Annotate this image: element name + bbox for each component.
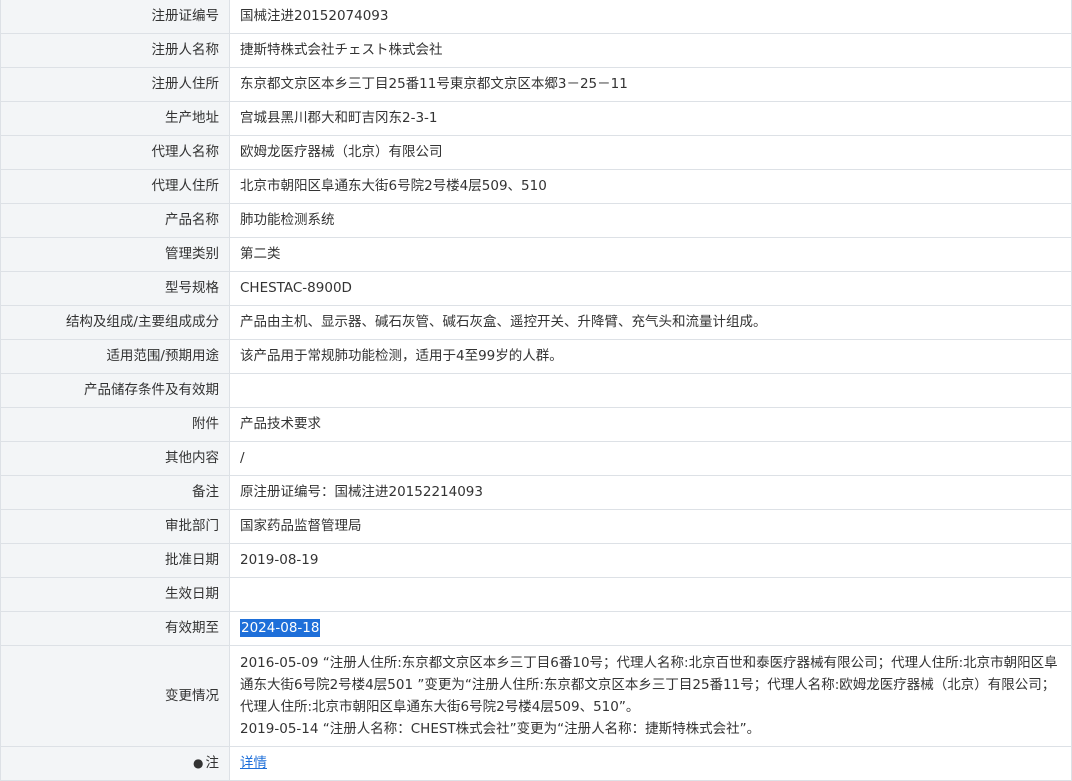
row-value: 第二类: [229, 237, 1072, 272]
table-row: 附件 产品技术要求: [0, 407, 1072, 442]
row-label: 注册人住所: [0, 67, 230, 102]
row-value: 2019-08-19: [229, 543, 1072, 578]
row-value: 宫城县黑川郡大和町吉冈东2-3-1: [229, 101, 1072, 136]
row-value: 国家药品监督管理局: [229, 509, 1072, 544]
row-label: 生产地址: [0, 101, 230, 136]
change-entry: 2016-05-09 “注册人住所:东京都文京区本乡三丁目6番10号；代理人名称…: [240, 655, 1058, 715]
row-value: [229, 373, 1072, 408]
info-icon: ●: [193, 756, 204, 770]
table-row: 备注 原注册证编号：国械注进20152214093: [0, 475, 1072, 510]
table-row-change-info: 变更情况 2016-05-09 “注册人住所:东京都文京区本乡三丁目6番10号；…: [0, 645, 1072, 747]
table-row: 适用范围/预期用途 该产品用于常规肺功能检测，适用于4至99岁的人群。: [0, 339, 1072, 374]
row-value: 欧姆龙医疗器械（北京）有限公司: [229, 135, 1072, 170]
table-row: 注册人住所 东京都文京区本乡三丁目25番11号東京都文京区本郷3－25－11: [0, 67, 1072, 102]
table-row: 生产地址 宫城县黑川郡大和町吉冈东2-3-1: [0, 101, 1072, 136]
row-label: 产品名称: [0, 203, 230, 238]
table-row-note: ● 注 详情: [0, 746, 1072, 781]
row-label: 有效期至: [0, 611, 230, 646]
table-row: 产品名称 肺功能检测系统: [0, 203, 1072, 238]
row-value: [229, 577, 1072, 612]
table-row: 其他内容 /: [0, 441, 1072, 476]
details-link[interactable]: 详情: [240, 755, 267, 771]
row-label: 型号规格: [0, 271, 230, 306]
row-label: 结构及组成/主要组成成分: [0, 305, 230, 340]
row-value: 肺功能检测系统: [229, 203, 1072, 238]
row-value: 该产品用于常规肺功能检测，适用于4至99岁的人群。: [229, 339, 1072, 374]
row-label: 备注: [0, 475, 230, 510]
row-value: CHESTAC-8900D: [229, 271, 1072, 306]
table-row: 型号规格 CHESTAC-8900D: [0, 271, 1072, 306]
table-row: 结构及组成/主要组成成分 产品由主机、显示器、碱石灰管、碱石灰盒、遥控开关、升降…: [0, 305, 1072, 340]
row-label: 代理人住所: [0, 169, 230, 204]
row-label: ● 注: [0, 746, 230, 781]
selected-text[interactable]: 2024-08-18: [240, 619, 321, 637]
table-row: 注册人名称 捷斯特株式会社チェスト株式会社: [0, 33, 1072, 68]
note-label: 注: [205, 755, 220, 771]
row-value: 原注册证编号：国械注进20152214093: [229, 475, 1072, 510]
row-label: 注册人名称: [0, 33, 230, 68]
table-row: 代理人名称 欧姆龙医疗器械（北京）有限公司: [0, 135, 1072, 170]
row-label: 适用范围/预期用途: [0, 339, 230, 374]
row-label: 变更情况: [0, 645, 230, 747]
row-label: 代理人名称: [0, 135, 230, 170]
registration-info-table: 注册证编号 国械注进20152074093 注册人名称 捷斯特株式会社チェスト株…: [0, 0, 1072, 781]
row-label: 注册证编号: [0, 0, 230, 34]
expiry-date-value[interactable]: 2024-08-18: [229, 611, 1072, 646]
table-row: 注册证编号 国械注进20152074093: [0, 0, 1072, 34]
table-row: 批准日期 2019-08-19: [0, 543, 1072, 578]
table-row: 管理类别 第二类: [0, 237, 1072, 272]
row-label: 产品储存条件及有效期: [0, 373, 230, 408]
change-entry: 2019-05-14 “注册人名称：CHEST株式会社”变更为“注册人名称：捷斯…: [240, 721, 761, 737]
row-value: 国械注进20152074093: [229, 0, 1072, 34]
table-row: 有效期至 2024-08-18: [0, 611, 1072, 646]
note-value: 详情: [229, 746, 1072, 781]
row-value: /: [229, 441, 1072, 476]
row-label: 其他内容: [0, 441, 230, 476]
row-label: 审批部门: [0, 509, 230, 544]
table-row: 审批部门 国家药品监督管理局: [0, 509, 1072, 544]
row-label: 附件: [0, 407, 230, 442]
row-value: 捷斯特株式会社チェスト株式会社: [229, 33, 1072, 68]
row-label: 批准日期: [0, 543, 230, 578]
table-row: 产品储存条件及有效期: [0, 373, 1072, 408]
row-value: 北京市朝阳区阜通东大街6号院2号楼4层509、510: [229, 169, 1072, 204]
row-value: 产品技术要求: [229, 407, 1072, 442]
change-info-value: 2016-05-09 “注册人住所:东京都文京区本乡三丁目6番10号；代理人名称…: [229, 645, 1072, 747]
table-row: 生效日期: [0, 577, 1072, 612]
row-label: 生效日期: [0, 577, 230, 612]
row-label: 管理类别: [0, 237, 230, 272]
row-value: 东京都文京区本乡三丁目25番11号東京都文京区本郷3－25－11: [229, 67, 1072, 102]
row-value: 产品由主机、显示器、碱石灰管、碱石灰盒、遥控开关、升降臂、充气头和流量计组成。: [229, 305, 1072, 340]
table-row: 代理人住所 北京市朝阳区阜通东大街6号院2号楼4层509、510: [0, 169, 1072, 204]
